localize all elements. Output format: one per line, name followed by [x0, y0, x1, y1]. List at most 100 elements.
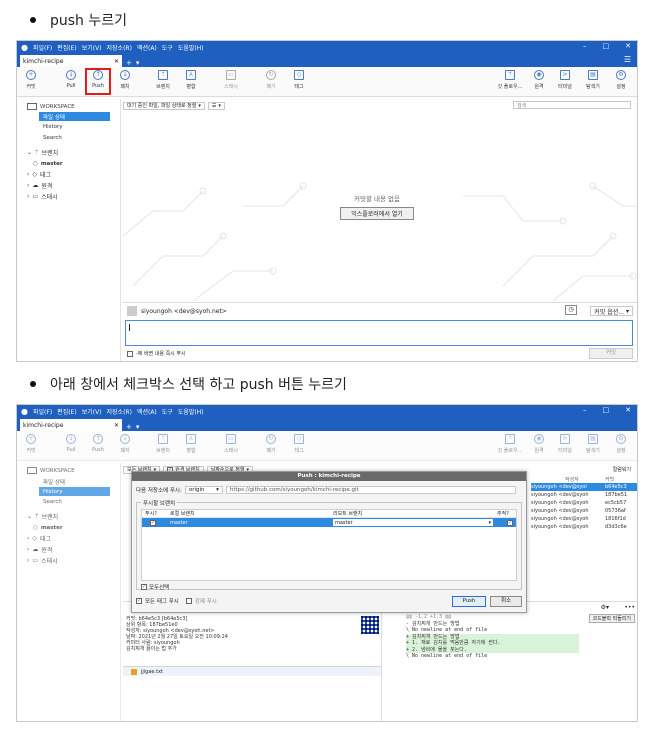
discard-toolbar-button[interactable]: ↻ 폐기	[261, 434, 281, 454]
select-all-checkbox[interactable]: ✓	[141, 584, 147, 590]
sidebar-section-branches[interactable]: ⌄ ᛘ 브랜치	[17, 147, 120, 158]
tag-toolbar-button[interactable]: ◇ 태그	[289, 70, 309, 90]
settings-toolbar-button[interactable]: ⚙ 설정	[611, 434, 631, 454]
log-row[interactable]: siyoungoh <dev@syoh 05736af	[531, 507, 637, 515]
cancel-button[interactable]: 취소	[490, 596, 522, 607]
commit-message-input[interactable]	[125, 320, 633, 346]
sidebar-item-history[interactable]: History	[39, 487, 110, 496]
menu-help[interactable]: 도움말(H)	[178, 407, 204, 416]
sidebar-item-file-status[interactable]: 파일 상태	[39, 112, 110, 121]
stash-toolbar-button[interactable]: ▭ 스태시	[221, 70, 241, 90]
tab-dropdown-icon[interactable]: ▾	[136, 423, 140, 431]
menu-tools[interactable]: 도구	[162, 407, 173, 416]
staging-filter-dropdown[interactable]: 대기 중인 파일, 파일 상태로 정렬 ▾	[123, 101, 205, 110]
sidebar-section-tags[interactable]: › ◇ 태그	[17, 533, 120, 544]
new-tab-button[interactable]: +	[126, 423, 132, 431]
commit-toolbar-button[interactable]: + 커밋	[21, 434, 41, 454]
reverse-hunk-button[interactable]: 코드블럭 되돌리기	[588, 614, 635, 623]
gitflow-toolbar-button[interactable]: ᛘ깃 플로우...	[495, 434, 525, 454]
remote-branch-select[interactable]: master ▾	[333, 519, 493, 526]
branch-master[interactable]: ○ master	[17, 522, 120, 533]
sidebar-section-stashes[interactable]: › ▭ 스태시	[17, 191, 120, 202]
changed-file-row[interactable]: jjigae.txt	[123, 666, 381, 676]
sidebar-item-file-status[interactable]: 파일 상태	[17, 476, 120, 487]
sidebar-section-remotes[interactable]: › ☁ 원격	[17, 180, 120, 191]
terminal-toolbar-button[interactable]: > 터미널	[555, 434, 575, 454]
menu-view[interactable]: 보기(V)	[82, 407, 102, 416]
list-view-dropdown[interactable]: ☰ ▾	[207, 101, 225, 110]
settings-icon[interactable]: ⚙▾	[601, 604, 609, 611]
menu-repository[interactable]: 저장소(R)	[107, 407, 132, 416]
menu-edit[interactable]: 편집(E)	[57, 43, 77, 52]
terminal-toolbar-button[interactable]: > 터미널	[555, 70, 575, 90]
pull-toolbar-button[interactable]: ↓ Pull	[61, 434, 81, 453]
pull-toolbar-button[interactable]: ↓ Pull	[61, 70, 81, 89]
log-row[interactable]: siyoungoh <dev@syoh 1816f1d	[531, 515, 637, 523]
menu-edit[interactable]: 편집(E)	[57, 407, 77, 416]
merge-toolbar-button[interactable]: ⅄ 병합	[181, 434, 201, 454]
log-row[interactable]: siyoungoh <dev@syoi b64e5c3	[531, 483, 637, 491]
sidebar-item-search[interactable]: Search	[17, 496, 120, 507]
branch-row-master[interactable]: ✓ master master ▾ ✓	[142, 518, 516, 527]
explorer-toolbar-button[interactable]: ▤ 탐색기	[583, 434, 603, 454]
menu-help[interactable]: 도움말(H)	[178, 43, 204, 52]
push-toolbar-button[interactable]: ↑ Push	[88, 434, 108, 453]
sidebar-section-tags[interactable]: › ◇ 태그	[17, 169, 120, 180]
branch-master[interactable]: ○ master	[17, 158, 120, 169]
new-tab-button[interactable]: +	[126, 59, 132, 67]
menu-tools[interactable]: 도구	[162, 43, 173, 52]
stash-toolbar-button[interactable]: ▭ 스태시	[221, 434, 241, 454]
commit-button[interactable]: 커밋	[589, 348, 633, 359]
menu-actions[interactable]: 액션(A)	[137, 407, 157, 416]
commit-options-dropdown[interactable]: 커밋 옵션... ▾	[590, 306, 633, 316]
commit-toolbar-button[interactable]: + 커밋	[21, 70, 41, 90]
push-button[interactable]: Push	[452, 596, 486, 607]
minimize-button[interactable]: –	[583, 42, 587, 50]
log-row[interactable]: siyoungoh <dev@syoh d3d3c6e	[531, 523, 637, 531]
track-branch-checkbox[interactable]: ✓	[507, 519, 513, 526]
merge-toolbar-button[interactable]: ⅄ 병합	[181, 70, 201, 90]
sidebar-section-stashes[interactable]: › ▭ 스태시	[17, 555, 120, 566]
more-options-icon[interactable]: •••	[624, 604, 635, 611]
jump-to-button[interactable]: 컬럼워기	[613, 466, 631, 473]
remote-toolbar-button[interactable]: ◉ 원격	[529, 434, 549, 454]
close-tab-icon[interactable]: ✕	[114, 422, 119, 429]
close-button[interactable]: ✕	[625, 406, 631, 414]
log-row[interactable]: siyoungoh <dev@syoh ec5cb57	[531, 499, 637, 507]
menu-file[interactable]: 파일(F)	[33, 407, 52, 416]
force-push-checkbox[interactable]	[185, 598, 192, 604]
repo-tab[interactable]: kimchi-recipe ✕	[20, 419, 122, 431]
sidebar-section-remotes[interactable]: › ☁ 원격	[17, 544, 120, 555]
remote-toolbar-button[interactable]: ◉ 원격	[529, 70, 549, 90]
push-all-tags-checkbox[interactable]: ✓	[136, 598, 142, 604]
fetch-toolbar-button[interactable]: ↓ 패치	[115, 434, 135, 454]
tab-dropdown-icon[interactable]: ▾	[136, 59, 140, 67]
open-explorer-button[interactable]: 익스플로러에서 열기	[340, 207, 414, 220]
close-tab-icon[interactable]: ✕	[114, 58, 119, 65]
minimize-button[interactable]: –	[583, 406, 587, 414]
discard-toolbar-button[interactable]: ↻ 폐기	[261, 70, 281, 90]
log-row[interactable]: siyoungoh <dev@syoh 187be51	[531, 491, 637, 499]
settings-toolbar-button[interactable]: ⚙ 설정	[611, 70, 631, 90]
gitflow-toolbar-button[interactable]: ᛘ깃 플로우...	[495, 70, 525, 90]
close-button[interactable]: ✕	[625, 42, 631, 50]
menu-view[interactable]: 보기(V)	[82, 43, 102, 52]
branch-toolbar-button[interactable]: ᛘ 브랜치	[153, 434, 173, 454]
menu-repository[interactable]: 저장소(R)	[107, 43, 132, 52]
hamburger-menu-icon[interactable]: ☰	[624, 55, 631, 64]
fetch-toolbar-button[interactable]: ↓ 패치	[115, 70, 135, 90]
maximize-button[interactable]: □	[603, 42, 610, 50]
sidebar-item-search[interactable]: Search	[17, 132, 120, 143]
sidebar-section-branches[interactable]: ⌄ ᛘ 브랜치	[17, 511, 120, 522]
push-immediately-checkbox[interactable]	[127, 350, 133, 357]
history-clock-icon[interactable]: ◷	[565, 305, 577, 315]
push-branch-checkbox[interactable]: ✓	[150, 519, 156, 526]
maximize-button[interactable]: □	[603, 406, 610, 414]
explorer-toolbar-button[interactable]: ▤ 탐색기	[583, 70, 603, 90]
tag-toolbar-button[interactable]: ◇ 태그	[289, 434, 309, 454]
remote-select[interactable]: origin ▾	[184, 486, 223, 494]
push-immediately-option[interactable]: -에 바뀐 내용 즉시 푸시	[127, 350, 186, 357]
select-all-option[interactable]: ✓ 모두선택	[141, 583, 169, 591]
search-input[interactable]: 검색	[513, 101, 631, 109]
branch-toolbar-button[interactable]: ᛘ 브랜치	[153, 70, 173, 90]
